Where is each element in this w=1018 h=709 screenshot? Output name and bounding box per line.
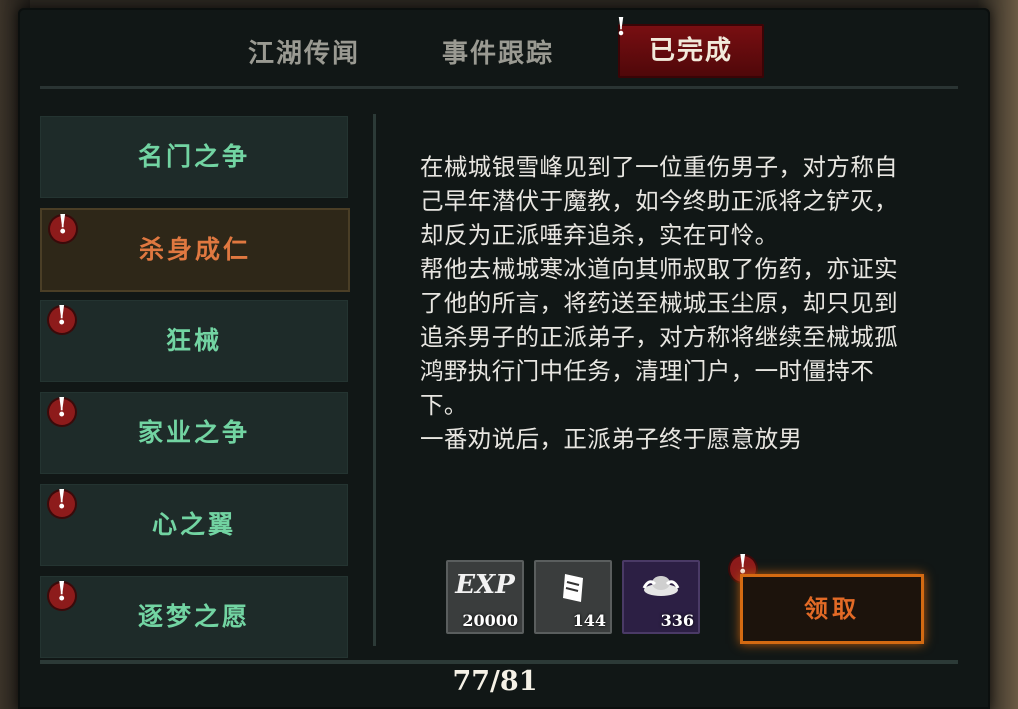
quest-item-label: 名门之争 — [137, 142, 250, 171]
quest-item[interactable]: 狂械 — [40, 300, 348, 382]
tab-tracking[interactable]: 事件跟踪 — [442, 32, 554, 76]
tab-alert-icon: ! — [615, 12, 627, 41]
quest-description[interactable]: 在械城银雪峰见到了一位重伤男子，对方称自己早年潜伏于魔教，如今终助正派将之铲灭，… — [420, 150, 920, 512]
quest-item-label: 心之翼 — [151, 510, 236, 539]
reward-amount: 144 — [572, 611, 606, 630]
alert-icon — [50, 210, 76, 242]
divider — [40, 86, 958, 89]
reward-exp[interactable]: EXP 20000 — [446, 560, 524, 634]
reward-ticket[interactable]: 144 — [534, 560, 612, 634]
vertical-divider — [373, 114, 376, 646]
silver-ingot-icon — [624, 570, 698, 607]
ticket-icon — [536, 570, 610, 613]
quest-item[interactable]: 家业之争 — [40, 392, 348, 474]
tab-completed[interactable]: 已完成 — [618, 24, 764, 78]
quest-item-label: 狂械 — [165, 326, 222, 355]
tab-rumors[interactable]: 江湖传闻 — [248, 32, 360, 76]
quest-item[interactable]: 名门之争 — [40, 116, 348, 198]
quest-item[interactable]: 杀身成仁 — [40, 208, 350, 292]
alert-icon — [49, 485, 75, 517]
quest-item-label: 逐梦之愿 — [137, 602, 250, 631]
footer-divider — [40, 660, 958, 664]
exp-icon: EXP — [455, 570, 515, 600]
quest-item-label: 家业之争 — [137, 418, 250, 447]
reward-amount: 336 — [660, 611, 694, 630]
alert-icon — [49, 393, 75, 425]
quest-item[interactable]: 心之翼 — [40, 484, 348, 566]
quest-item[interactable]: 逐梦之愿 — [40, 576, 348, 658]
claim-button[interactable]: 领取 — [740, 574, 924, 644]
reward-amount: 20000 — [462, 611, 518, 630]
completion-counter: 77/81 — [452, 666, 538, 697]
quest-item-label: 杀身成仁 — [138, 235, 251, 264]
reward-silver[interactable]: 336 — [622, 560, 700, 634]
alert-icon — [49, 301, 75, 333]
tab-bar: 江湖传闻 事件跟踪 已完成 — [190, 22, 790, 82]
alert-icon — [49, 577, 75, 609]
